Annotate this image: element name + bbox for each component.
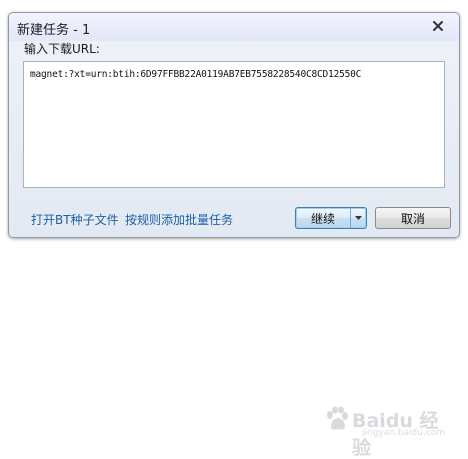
title-bar[interactable]: 新建任务 - 1: [9, 13, 459, 41]
url-label: 输入下载URL:: [24, 42, 100, 56]
baidu-paw-icon: [327, 406, 348, 430]
continue-split-button: 继续: [295, 207, 367, 229]
continue-button[interactable]: 继续: [296, 208, 350, 228]
page: 新建任务 - 1 输入下载URL: magnet:?xt=urn:btih:6D…: [0, 0, 468, 459]
close-icon: [433, 21, 443, 31]
cancel-button[interactable]: 取消: [375, 207, 451, 229]
baidu-jingyan-watermark: Baidu 经验 jingyan.baidu.com: [324, 404, 446, 459]
close-button[interactable]: [423, 15, 453, 37]
watermark-domain: jingyan.baidu.com: [362, 428, 446, 438]
chevron-down-icon: [355, 216, 362, 220]
new-task-dialog: 新建任务 - 1 输入下载URL: magnet:?xt=urn:btih:6D…: [8, 12, 460, 238]
continue-dropdown-button[interactable]: [350, 208, 366, 228]
batch-add-link[interactable]: 按规则添加批量任务: [125, 211, 233, 228]
open-bt-file-link[interactable]: 打开BT种子文件: [31, 211, 119, 228]
url-input[interactable]: magnet:?xt=urn:btih:6D97FFBB22A0119AB7EB…: [23, 61, 445, 188]
dialog-title: 新建任务 - 1: [17, 23, 91, 38]
